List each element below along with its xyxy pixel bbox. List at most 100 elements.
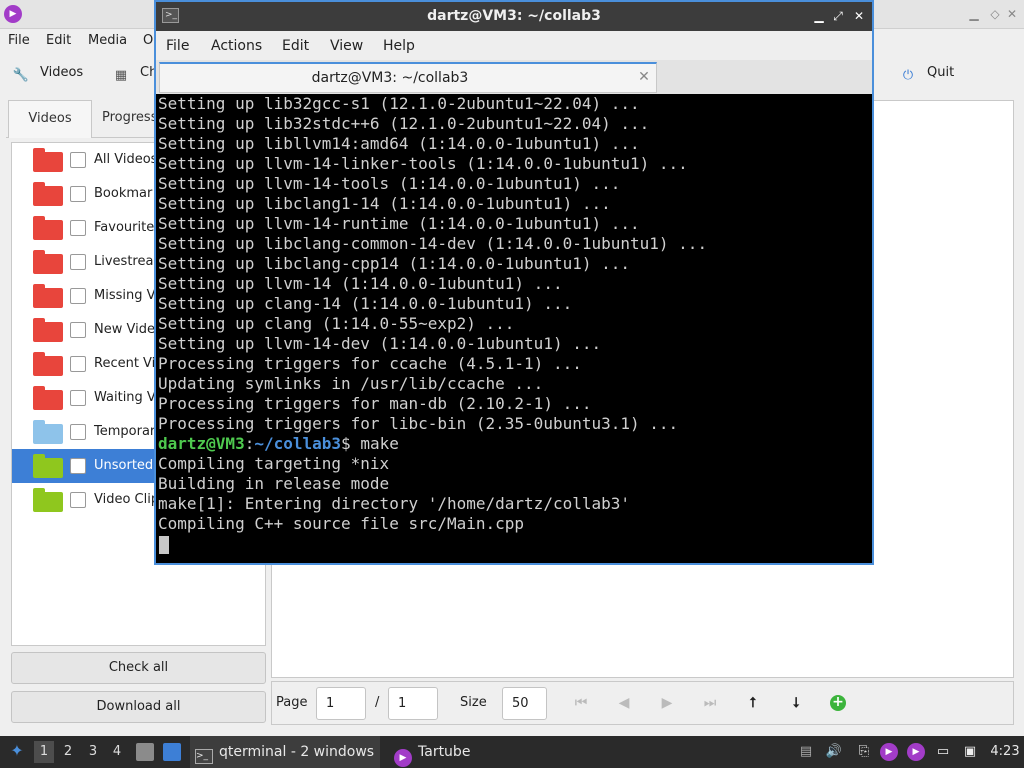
check-icon: ▦ [114,68,128,83]
terminal-line: Setting up llvm-14-dev (1:14.0.0-1ubuntu… [158,334,602,353]
tartube-task-label: Tartube [418,744,471,760]
page-input[interactable]: 1 [316,687,366,720]
terminal-menu-help[interactable]: Help [383,38,415,54]
clipboard-icon[interactable]: ▭ [934,743,952,761]
folder-checkbox[interactable] [70,492,86,508]
folder-label: Missing V [94,288,156,303]
terminal-line: Setting up lib32gcc-s1 (12.1.0-2ubuntu1~… [158,94,640,113]
terminal-menubar: File Actions Edit View Help [156,31,872,60]
workspace-2[interactable]: 2 [58,741,78,763]
terminal-line: Processing triggers for man-db (2.10.2-1… [158,394,592,413]
folder-checkbox[interactable] [70,356,86,372]
terminal-menu-view[interactable]: View [330,38,363,54]
first-page-icon[interactable]: ⏮ [572,694,590,712]
folder-icon [33,250,63,274]
folder-checkbox[interactable] [70,458,86,474]
maximize-icon[interactable]: ⤢ [829,7,847,25]
terminal-title: dartz@VM3: ~/collab3 [427,8,601,24]
tab-close-icon[interactable]: ✕ [636,69,652,85]
minimize-icon[interactable]: ▁ [810,7,828,25]
add-icon[interactable]: + [830,695,846,711]
folder-icon [33,454,63,478]
taskbar-tartube-task[interactable]: ▶ Tartube [394,736,504,768]
terminal-menu-edit[interactable]: Edit [282,38,309,54]
videos-tool-button[interactable]: 🔧 Videos [12,65,83,84]
terminal-line: Updating symlinks in /usr/lib/ccache ... [158,374,544,393]
check-tool-button[interactable]: ▦ Ch [112,65,157,84]
terminal-line: Setting up libclang-common-14-dev (1:14.… [158,234,708,253]
tartube-app-icon: ▶ [4,5,22,23]
terminal-line: Setting up libclang-cpp14 (1:14.0.0-1ubu… [158,254,631,273]
menu-operations[interactable]: O [143,33,153,48]
workspace-4[interactable]: 4 [107,741,127,763]
terminal-line: Setting up clang (1:14.0-55~exp2) ... [158,314,515,333]
quit-tool-label: Quit [927,65,955,80]
check-all-button[interactable]: Check all [11,652,266,684]
file-manager-icon[interactable] [136,743,154,761]
folder-checkbox[interactable] [70,424,86,440]
menu-edit[interactable]: Edit [46,33,71,48]
folder-label: Waiting V [94,390,156,405]
folder-checkbox[interactable] [70,220,86,236]
size-label: Size [460,695,487,710]
folder-label: Bookmar [94,186,153,201]
terminal-output-line: make[1]: Entering directory '/home/dartz… [158,494,631,513]
folder-label: Recent Vi [94,356,156,371]
workspace-1[interactable]: 1 [34,741,54,763]
terminal-line: Setting up llvm-14-runtime (1:14.0.0-1ub… [158,214,640,233]
terminal-titlebar: >_ dartz@VM3: ~/collab3 ▁ ⤢ ✕ [156,2,872,31]
tartube-tray-icon-2[interactable]: ▶ [907,743,925,761]
terminal-line: Setting up llvm-14-tools (1:14.0.0-1ubun… [158,174,621,193]
volume-icon[interactable]: 🔊 [825,743,843,761]
terminal-line: Setting up lib32stdc++6 (12.1.0-2ubuntu1… [158,114,650,133]
folder-checkbox[interactable] [70,186,86,202]
size-input[interactable]: 50 [502,687,547,720]
terminal-task-label: qterminal - 2 windows [219,744,375,760]
folder-checkbox[interactable] [70,254,86,270]
menu-media[interactable]: Media [88,33,127,48]
show-desktop-icon[interactable] [163,743,181,761]
page-label: Page [276,695,308,710]
tartube-tray-icon[interactable]: ▶ [880,743,898,761]
network-icon[interactable]: ⎘ [855,743,873,761]
download-all-button[interactable]: Download all [11,691,266,723]
quit-tool-button[interactable]: ⏻ Quit [899,65,954,84]
folder-label: Temporar [94,424,156,439]
previous-page-icon[interactable]: ◀ [615,694,633,712]
menu-file[interactable]: File [8,33,30,48]
folder-icon [33,318,63,342]
start-menu-icon[interactable]: ✦ [7,742,27,762]
pager-bar: Page 1 / 1 Size 50 ⏮ ◀ ▶ ⏭ ⭡ ⭣ + [271,681,1014,725]
scroll-up-icon[interactable]: ⭡ [744,694,762,712]
terminal-output[interactable]: Setting up lib32gcc-s1 (12.1.0-2ubuntu1~… [156,94,872,563]
total-pages-field: 1 [388,687,438,720]
power-icon: ⏻ [902,68,914,83]
folder-checkbox[interactable] [70,322,86,338]
terminal-output-line: Building in release mode [158,474,390,493]
clock[interactable]: 4:23 [989,736,1021,768]
minimize-icon[interactable]: ▁ [964,4,984,24]
close-icon[interactable]: ✕ [1002,4,1022,24]
folder-checkbox[interactable] [70,288,86,304]
terminal-menu-actions[interactable]: Actions [211,38,262,54]
terminal-line: Processing triggers for ccache (4.5.1-1)… [158,354,582,373]
workspace-3[interactable]: 3 [83,741,103,763]
folder-checkbox[interactable] [70,152,86,168]
terminal-tab[interactable]: dartz@VM3: ~/collab3 ✕ [159,62,657,93]
terminal-menu-file[interactable]: File [166,38,189,54]
folder-checkbox[interactable] [70,390,86,406]
tartube-task-icon: ▶ [394,749,412,767]
terminal-prompt-line: dartz@VM3:~/collab3$ make [158,434,399,454]
folder-icon [33,420,63,444]
close-icon[interactable]: ✕ [850,7,868,25]
tab-videos[interactable]: Videos [8,100,92,138]
terminal-line: Setting up llvm-14-linker-tools (1:14.0.… [158,154,688,173]
last-page-icon[interactable]: ⏭ [701,694,719,712]
notification-icon[interactable]: ▣ [961,743,979,761]
next-page-icon[interactable]: ▶ [658,694,676,712]
tray-device-icon[interactable]: ▤ [797,743,815,761]
taskbar-terminal-task[interactable]: >_ qterminal - 2 windows [190,736,380,768]
folder-label: All Videos [94,152,158,167]
scroll-down-icon[interactable]: ⭣ [787,694,805,712]
terminal-tabbar: dartz@VM3: ~/collab3 ✕ [156,60,872,94]
